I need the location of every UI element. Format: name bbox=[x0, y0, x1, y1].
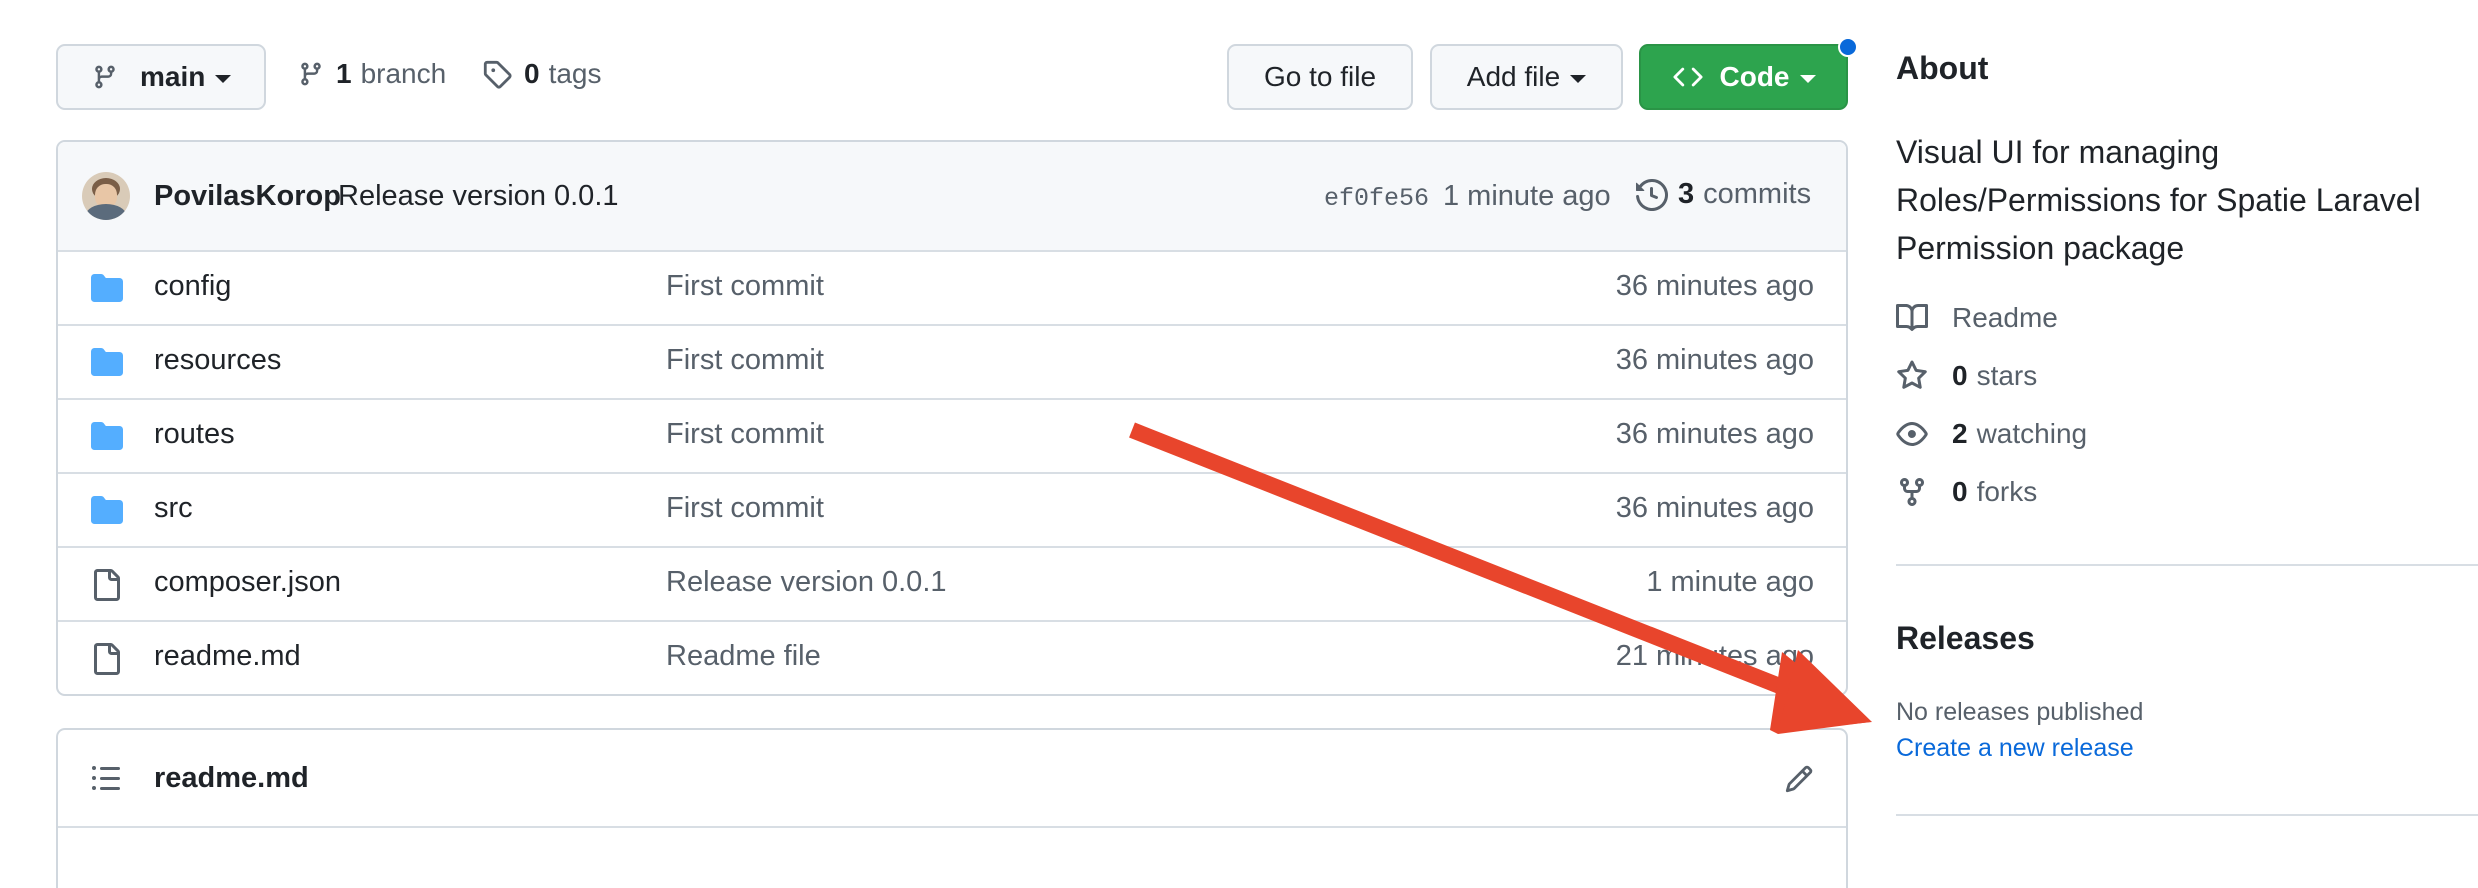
readme-title[interactable]: readme.md bbox=[154, 762, 309, 795]
file-time: 36 minutes ago bbox=[1615, 344, 1814, 376]
about-description-line: Roles/Permissions for Spatie Laravel bbox=[1896, 182, 2421, 218]
watching-link[interactable]: 2 watching bbox=[1896, 418, 2087, 450]
branches-link[interactable]: 1 branch bbox=[298, 58, 446, 90]
file-icon bbox=[94, 569, 120, 601]
file-name[interactable]: readme.md bbox=[154, 640, 301, 673]
code-label: Code bbox=[1719, 61, 1790, 92]
file-name[interactable]: composer.json bbox=[154, 566, 341, 599]
tags-count: 0 bbox=[524, 58, 540, 89]
file-name[interactable]: src bbox=[154, 492, 193, 525]
file-row[interactable]: readme.md Readme file 21 minutes ago bbox=[58, 620, 1846, 694]
commit-message[interactable]: Release version 0.0.1 bbox=[338, 180, 619, 213]
repo-forked-icon bbox=[1900, 478, 1924, 507]
no-releases-text: No releases published bbox=[1896, 698, 2144, 726]
forks-link[interactable]: 0 forks bbox=[1896, 476, 2037, 508]
add-file-label: Add file bbox=[1466, 61, 1561, 92]
tags-label: tags bbox=[548, 58, 602, 89]
commit-sha[interactable]: ef0fe56 bbox=[1324, 184, 1429, 213]
latest-commit-bar: PovilasKorop Release version 0.0.1 ef0fe… bbox=[58, 142, 1846, 250]
file-commit-message[interactable]: Readme file bbox=[666, 640, 821, 673]
file-commit-message[interactable]: First commit bbox=[666, 344, 824, 377]
code-button[interactable]: Code bbox=[1639, 44, 1848, 110]
commits-link[interactable]: 3 commits bbox=[1636, 178, 1811, 211]
file-row[interactable]: config First commit 36 minutes ago bbox=[58, 250, 1846, 324]
file-time: 36 minutes ago bbox=[1615, 492, 1814, 524]
file-list: PovilasKorop Release version 0.0.1 ef0fe… bbox=[56, 140, 1848, 696]
commits-label: commits bbox=[1703, 178, 1812, 210]
tags-link[interactable]: 0 tags bbox=[482, 58, 602, 90]
go-to-file-button[interactable]: Go to file bbox=[1227, 44, 1413, 110]
about-description-line: Visual UI for managing bbox=[1896, 134, 2220, 170]
about-heading: About bbox=[1896, 50, 1989, 86]
folder-icon bbox=[91, 274, 123, 302]
commits-count: 3 bbox=[1678, 178, 1695, 210]
file-commit-message[interactable]: First commit bbox=[666, 270, 824, 303]
star-icon bbox=[1897, 360, 1927, 389]
tag-icon bbox=[483, 60, 512, 89]
add-file-button[interactable]: Add file bbox=[1430, 44, 1623, 110]
file-name[interactable]: resources bbox=[154, 344, 281, 377]
branch-name: main bbox=[140, 61, 206, 92]
forks-count: 0 bbox=[1952, 476, 1968, 507]
stars-label: stars bbox=[1976, 360, 2038, 391]
git-branch-icon bbox=[301, 62, 321, 86]
list-unordered-icon[interactable] bbox=[90, 762, 122, 794]
chevron-down-icon bbox=[1799, 74, 1816, 83]
chevron-down-icon bbox=[215, 74, 232, 83]
git-branch-icon bbox=[95, 65, 115, 89]
file-name[interactable]: config bbox=[154, 270, 231, 303]
avatar[interactable] bbox=[82, 172, 130, 220]
folder-icon bbox=[91, 496, 123, 524]
file-commit-message[interactable]: Release version 0.0.1 bbox=[666, 566, 947, 599]
about-description-line: Permission package bbox=[1896, 230, 2185, 266]
file-row[interactable]: resources First commit 36 minutes ago bbox=[58, 324, 1846, 398]
notification-dot bbox=[1838, 37, 1858, 57]
folder-icon bbox=[91, 422, 123, 450]
readme-link-label: Readme bbox=[1952, 302, 2058, 333]
file-row[interactable]: composer.json Release version 0.0.1 1 mi… bbox=[58, 546, 1846, 620]
file-row[interactable]: src First commit 36 minutes ago bbox=[58, 472, 1846, 546]
file-commit-message[interactable]: First commit bbox=[666, 492, 824, 525]
stars-link[interactable]: 0 stars bbox=[1896, 360, 2037, 392]
folder-icon bbox=[91, 348, 123, 376]
file-commit-message[interactable]: First commit bbox=[666, 418, 824, 451]
commit-author[interactable]: PovilasKorop bbox=[154, 180, 341, 213]
watching-count: 2 bbox=[1952, 418, 1968, 449]
file-icon bbox=[94, 643, 120, 675]
forks-label: forks bbox=[1976, 476, 2038, 507]
commit-time: 1 minute ago bbox=[1443, 180, 1611, 212]
code-icon bbox=[1672, 67, 1703, 87]
sidebar-divider bbox=[1896, 814, 2478, 816]
watching-label: watching bbox=[1976, 418, 2088, 449]
book-icon bbox=[1896, 303, 1928, 331]
readme-panel: readme.md bbox=[56, 728, 1848, 888]
file-name[interactable]: routes bbox=[154, 418, 235, 451]
sidebar-divider bbox=[1896, 564, 2478, 566]
readme-divider bbox=[58, 826, 1846, 828]
branch-select-button[interactable]: main bbox=[56, 44, 266, 110]
create-release-link[interactable]: Create a new release bbox=[1896, 734, 2134, 763]
chevron-down-icon bbox=[1570, 74, 1587, 83]
pencil-icon[interactable] bbox=[1784, 764, 1814, 794]
history-icon bbox=[1636, 178, 1668, 211]
branches-label: branch bbox=[360, 58, 447, 89]
readme-link[interactable]: Readme bbox=[1896, 302, 2058, 334]
releases-heading[interactable]: Releases bbox=[1896, 620, 2035, 657]
file-time: 21 minutes ago bbox=[1615, 640, 1814, 672]
file-time: 36 minutes ago bbox=[1615, 270, 1814, 302]
branches-count: 1 bbox=[336, 58, 352, 89]
file-time: 36 minutes ago bbox=[1615, 418, 1814, 450]
eye-icon bbox=[1896, 422, 1928, 446]
stars-count: 0 bbox=[1952, 360, 1968, 391]
file-time: 1 minute ago bbox=[1646, 566, 1814, 598]
about-description: Visual UI for managing Roles/Permissions… bbox=[1896, 128, 2421, 272]
file-row[interactable]: routes First commit 36 minutes ago bbox=[58, 398, 1846, 472]
